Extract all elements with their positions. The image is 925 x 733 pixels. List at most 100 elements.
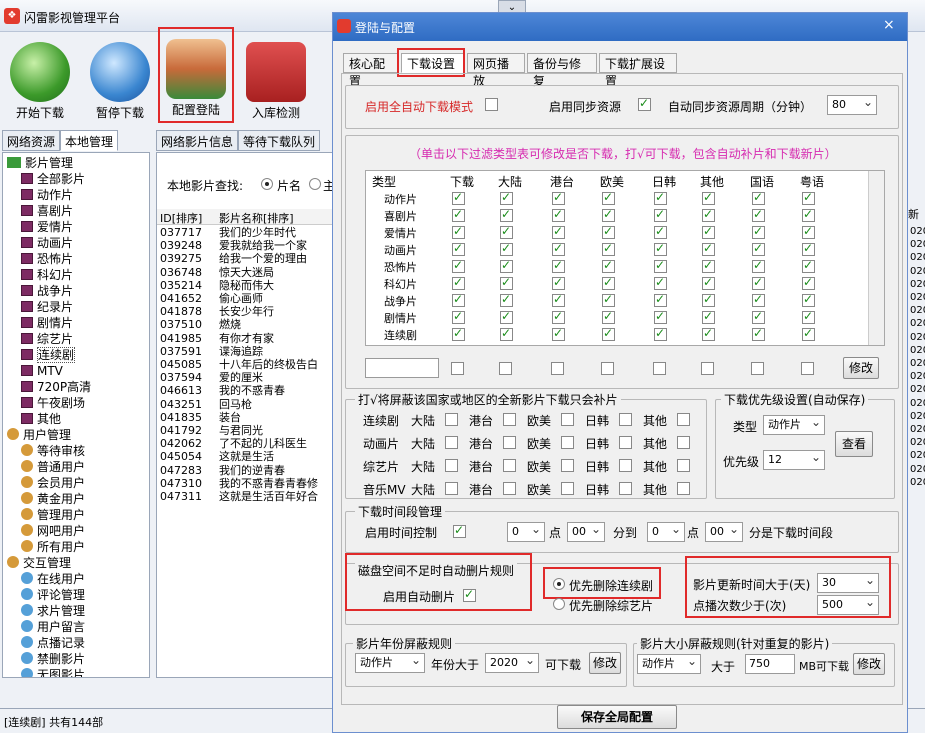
grid-checkbox[interactable]: [500, 207, 513, 222]
grid-checkbox[interactable]: [702, 258, 715, 273]
tree-item[interactable]: 等待审核: [21, 443, 85, 459]
region-checkbox[interactable]: [561, 436, 574, 449]
size-edit-button[interactable]: 修改: [853, 653, 885, 675]
tree-item[interactable]: 动作片: [21, 187, 73, 203]
grid-checkbox[interactable]: [702, 224, 715, 239]
grid-edit-button[interactable]: 修改: [843, 357, 879, 379]
start-hour-select[interactable]: 0: [507, 520, 545, 542]
grid-checkbox[interactable]: [752, 258, 765, 273]
table-row[interactable]: 037510 燃烧: [157, 318, 335, 331]
grid-checkbox[interactable]: [802, 190, 815, 205]
tree-item[interactable]: 管理用户: [21, 507, 85, 523]
table-row[interactable]: 045054 这就是生活: [157, 450, 335, 463]
tree-item[interactable]: 720P高清: [21, 379, 91, 395]
tree-item[interactable]: 所有用户: [21, 539, 85, 555]
grid-checkbox[interactable]: [752, 241, 765, 256]
grid-header[interactable]: 港台: [550, 173, 574, 190]
sync-checkbox[interactable]: [638, 96, 651, 111]
region-checkbox[interactable]: [619, 482, 632, 495]
grid-checkbox[interactable]: [602, 326, 615, 341]
grid-footer-checkbox[interactable]: [451, 362, 464, 375]
grid-checkbox[interactable]: [702, 190, 715, 205]
grid-checkbox[interactable]: [654, 241, 667, 256]
grid-footer-checkbox[interactable]: [499, 362, 512, 375]
start-minute-select[interactable]: 00: [567, 520, 605, 542]
grid-checkbox[interactable]: [552, 309, 565, 324]
tree-item[interactable]: 剧情片: [21, 315, 73, 331]
tree-item[interactable]: 无图影片: [21, 667, 85, 677]
table-row[interactable]: 036748 惊天大迷局: [157, 266, 335, 279]
table-row[interactable]: 039248 爱我就给我一个家: [157, 239, 335, 252]
table-row[interactable]: 041792 与君同光: [157, 424, 335, 437]
end-minute-select[interactable]: 00: [705, 520, 743, 542]
tree-item[interactable]: 求片管理: [21, 603, 85, 619]
grid-checkbox[interactable]: [654, 258, 667, 273]
tab-network-info[interactable]: 网络影片信息: [156, 130, 239, 151]
start-download-button[interactable]: 开始下载: [2, 36, 78, 122]
tree-item[interactable]: 纪录片: [21, 299, 73, 315]
grid-checkbox[interactable]: [752, 224, 765, 239]
grid-checkbox[interactable]: [752, 275, 765, 290]
update-days-select[interactable]: 30: [817, 571, 879, 593]
tree-item[interactable]: 点播记录: [21, 635, 85, 651]
grid-header[interactable]: 日韩: [652, 173, 676, 190]
grid-checkbox[interactable]: [452, 292, 465, 307]
region-checkbox[interactable]: [619, 436, 632, 449]
grid-checkbox[interactable]: [654, 275, 667, 290]
grid-checkbox[interactable]: [654, 224, 667, 239]
grid-checkbox[interactable]: [500, 292, 513, 307]
grid-checkbox[interactable]: [602, 292, 615, 307]
grid-checkbox[interactable]: [702, 292, 715, 307]
grid-checkbox[interactable]: [500, 309, 513, 324]
delete-series-first-radio[interactable]: [553, 578, 565, 590]
close-icon[interactable]: ×: [883, 17, 895, 33]
table-row[interactable]: 047310 我的不惑青春青春修: [157, 477, 335, 490]
grid-footer-checkbox[interactable]: [751, 362, 764, 375]
grid-checkbox[interactable]: [552, 275, 565, 290]
grid-header[interactable]: 其他: [700, 173, 724, 190]
search-by-actor-radio[interactable]: [309, 178, 321, 190]
table-row[interactable]: 037717 我们的少年时代: [157, 226, 335, 239]
tree-item[interactable]: 交互管理: [7, 555, 71, 571]
grid-checkbox[interactable]: [702, 241, 715, 256]
grid-checkbox[interactable]: [654, 292, 667, 307]
end-hour-select[interactable]: 0: [647, 520, 685, 542]
grid-checkbox[interactable]: [654, 190, 667, 205]
grid-header[interactable]: 下载: [450, 173, 474, 190]
grid-checkbox[interactable]: [752, 309, 765, 324]
delete-variety-first-radio[interactable]: [553, 598, 565, 610]
tree-item[interactable]: 影片管理: [7, 155, 73, 171]
table-row[interactable]: 045085 十八年后的终极告白: [157, 358, 335, 371]
grid-checkbox[interactable]: [602, 190, 615, 205]
grid-checkbox[interactable]: [552, 292, 565, 307]
grid-checkbox[interactable]: [752, 292, 765, 307]
grid-checkbox[interactable]: [500, 275, 513, 290]
region-checkbox[interactable]: [503, 482, 516, 495]
priority-level-select[interactable]: 12: [763, 448, 825, 470]
grid-checkbox[interactable]: [552, 258, 565, 273]
col-id-header[interactable]: ID[排序]: [160, 210, 202, 226]
grid-header[interactable]: 欧美: [600, 173, 624, 190]
grid-checkbox[interactable]: [702, 207, 715, 222]
grid-checkbox[interactable]: [452, 309, 465, 324]
grid-footer-checkbox[interactable]: [653, 362, 666, 375]
play-count-select[interactable]: 500: [817, 593, 879, 615]
grid-checkbox[interactable]: [552, 326, 565, 341]
tab-network-resources[interactable]: 网络资源: [2, 130, 61, 151]
region-checkbox[interactable]: [677, 459, 690, 472]
tab-0[interactable]: 核心配置: [343, 53, 399, 88]
grid-checkbox[interactable]: [500, 326, 513, 341]
grid-footer-checkbox[interactable]: [701, 362, 714, 375]
grid-checkbox[interactable]: [500, 241, 513, 256]
tree-item[interactable]: 评论管理: [21, 587, 85, 603]
table-row[interactable]: 039275 给我一个爱的理由: [157, 252, 335, 265]
grid-checkbox[interactable]: [452, 207, 465, 222]
tree-item[interactable]: 午夜剧场: [21, 395, 85, 411]
grid-checkbox[interactable]: [602, 241, 615, 256]
save-config-button[interactable]: 保存全局配置: [557, 705, 677, 729]
table-row[interactable]: 035214 隐秘而伟大: [157, 279, 335, 292]
auto-mode-checkbox[interactable]: [485, 98, 498, 111]
grid-checkbox[interactable]: [452, 190, 465, 205]
tree-item[interactable]: 动画片: [21, 235, 73, 251]
grid-header[interactable]: 国语: [750, 173, 774, 190]
